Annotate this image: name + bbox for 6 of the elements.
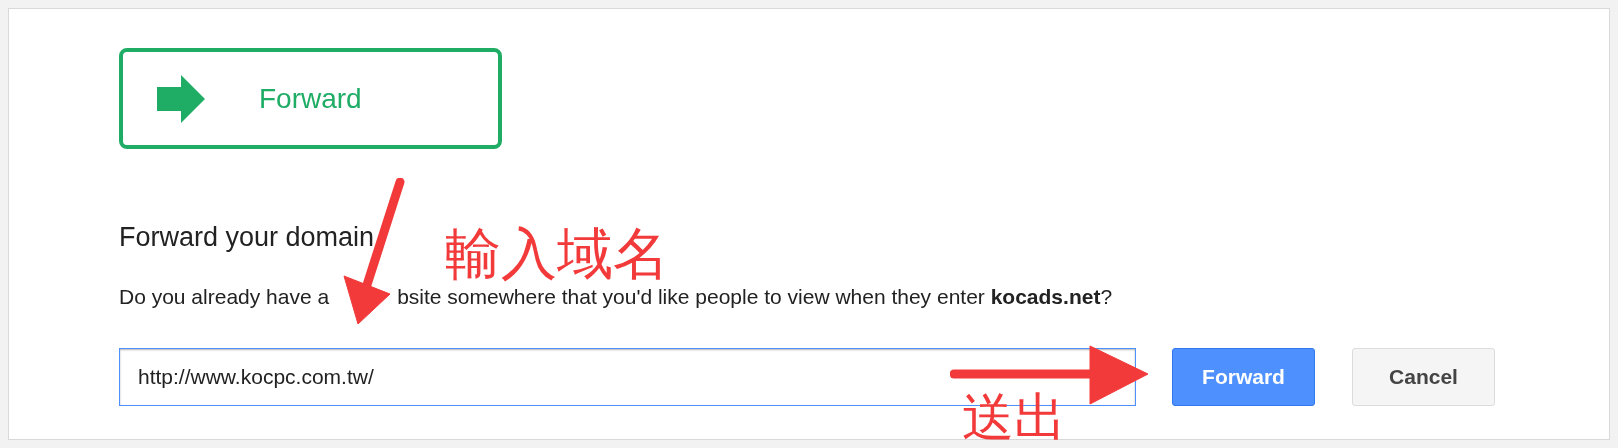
arrow-right-icon [157, 74, 207, 123]
cancel-button[interactable]: Cancel [1352, 348, 1495, 406]
section-heading: Forward your domain [119, 221, 375, 254]
annotation-text: 輸入域名 [445, 222, 669, 286]
question-text: bsite somewhere that you'd like people to view when they enter kocads.net? [397, 284, 1113, 310]
question-text: Do you already have a [119, 284, 330, 310]
